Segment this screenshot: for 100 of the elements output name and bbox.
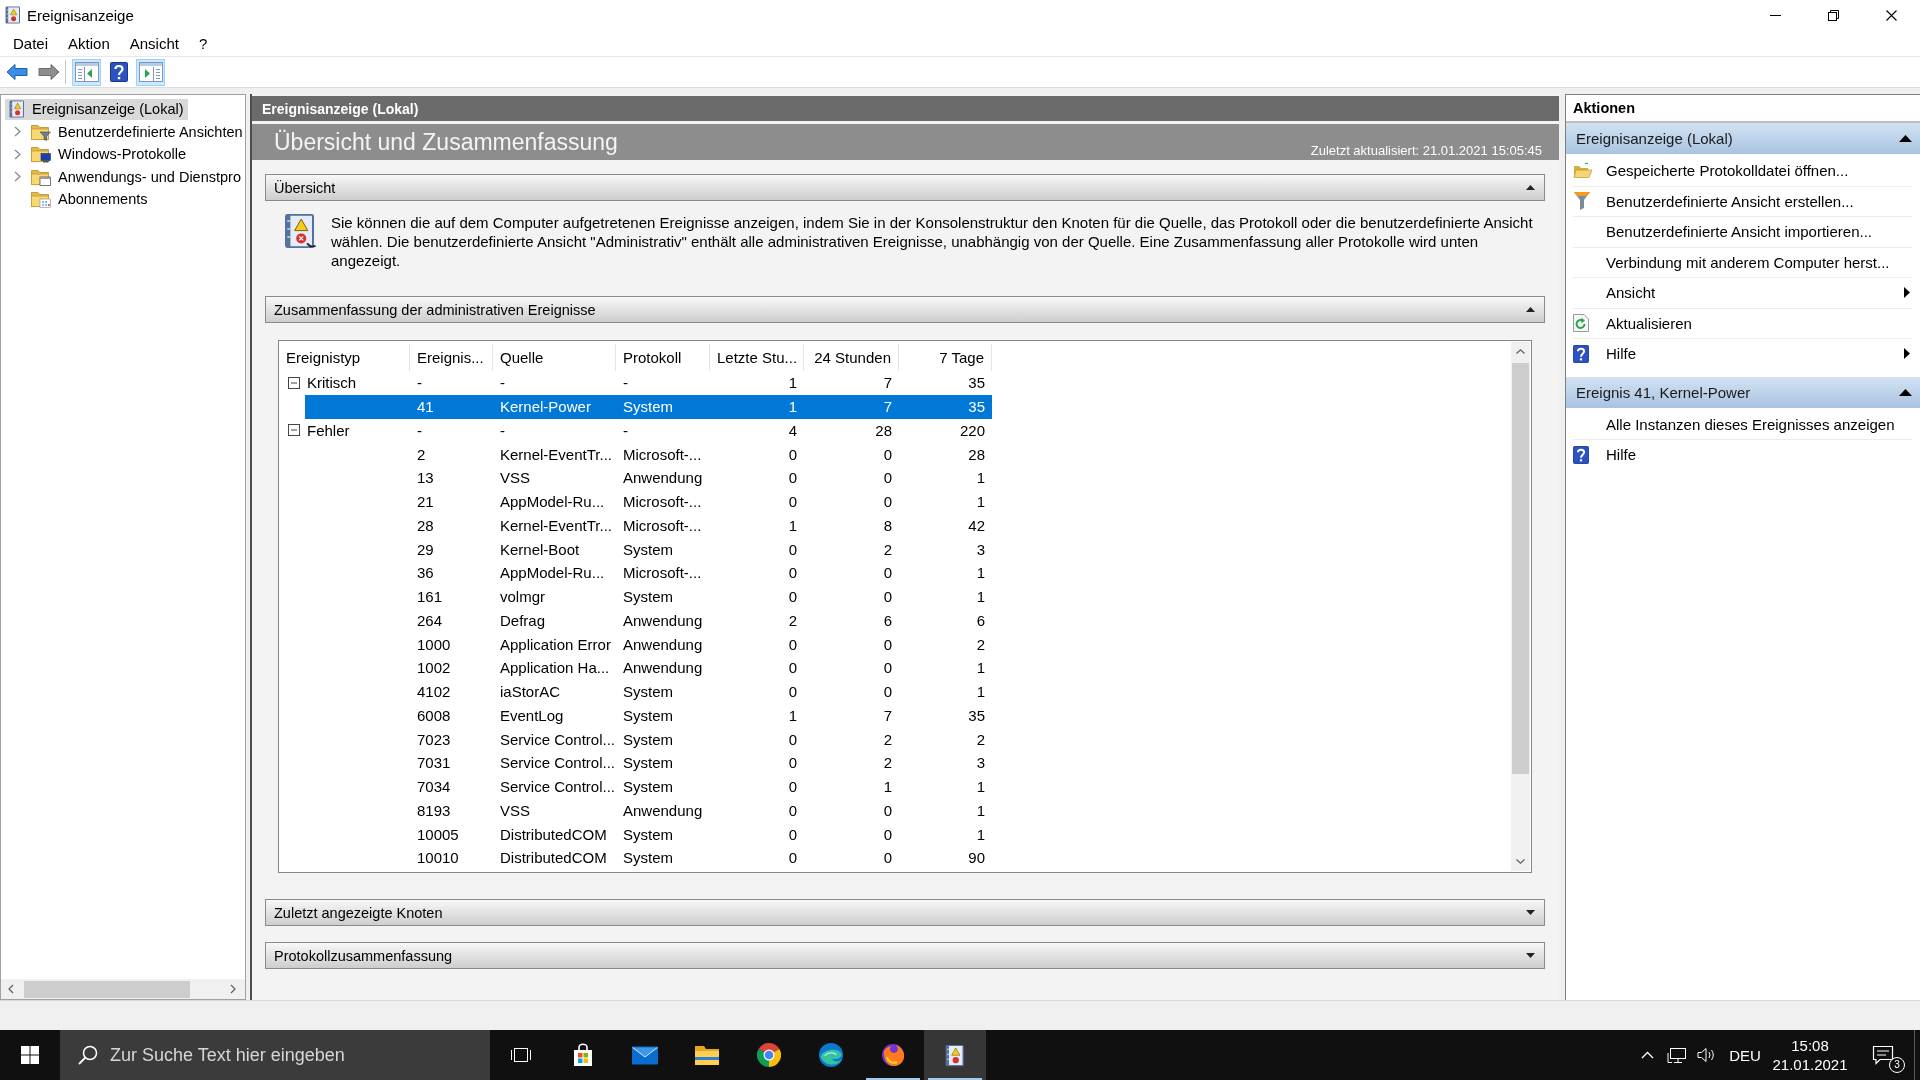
action-group-header[interactable]: Ereignis 41, Kernel-Power [1566, 376, 1920, 408]
page-title: Übersicht und Zusammenfassung [274, 128, 618, 156]
column-header[interactable]: 7 Tage [899, 344, 992, 371]
table-cell: 41 [417, 398, 434, 416]
action-item[interactable]: Benutzerdefinierte Ansicht erstellen... [1573, 186, 1912, 217]
close-icon[interactable] [1885, 9, 1897, 21]
expand-chevron-icon[interactable] [14, 126, 21, 138]
table-cell: - [500, 374, 505, 392]
section-header[interactable]: Übersicht [265, 174, 1545, 201]
table-cell: 0 [883, 825, 892, 843]
table-cell: Application Ha... [500, 659, 610, 677]
notification-count: 3 [1889, 1057, 1905, 1073]
expand-arrow-icon[interactable] [1526, 953, 1535, 958]
menu-item[interactable]: ? [190, 32, 216, 54]
scroll-thumb[interactable] [24, 980, 190, 998]
monitor-icon[interactable] [1667, 1046, 1687, 1064]
table-cell: 2 [883, 540, 892, 558]
section-header[interactable]: Protokollzusammenfassung [265, 942, 1545, 969]
window-stack-icon[interactable] [510, 1046, 532, 1064]
table-cell: VSS [500, 801, 530, 819]
taskbar-app-button[interactable] [924, 1030, 986, 1080]
table-cell: 0 [788, 635, 797, 653]
column-header[interactable]: Letzte Stu... [710, 344, 804, 371]
table-cell: AppModel-Ru... [500, 493, 605, 511]
menu-item[interactable]: Ansicht [121, 32, 187, 54]
collapse-box-icon[interactable] [288, 376, 300, 389]
section-header[interactable]: Zusammenfassung der administrativen Ereignisse [265, 296, 1545, 323]
clock[interactable]: 15:08 21.01.2021 [1768, 1030, 1852, 1080]
horizontal-scrollbar[interactable] [1, 979, 245, 999]
menu-item[interactable]: Datei [5, 32, 57, 54]
action-item[interactable]: Aktualisieren [1573, 308, 1912, 339]
column-header[interactable]: Protokoll [616, 344, 710, 371]
selected-row[interactable]: 41 Kernel-Power System 1 7 35 [305, 394, 992, 419]
collapse-arrow-icon[interactable] [1526, 185, 1535, 190]
table-cell: 0 [883, 801, 892, 819]
expand-chevron-icon[interactable] [14, 171, 21, 183]
table-cell: Application Error [500, 635, 611, 653]
scroll-down-icon[interactable] [1516, 859, 1525, 864]
tree-item[interactable]: Abonnements [27, 188, 152, 210]
action-item[interactable]: Alle Instanzen dieses Ereignisses anzeigen [1573, 409, 1912, 440]
expand-arrow-icon[interactable] [1526, 910, 1535, 915]
speech-bubble-icon[interactable] [1872, 1045, 1894, 1065]
table-cell: iaStorAC [500, 683, 561, 701]
column-header[interactable]: Ereignistyp [279, 344, 410, 371]
column-header[interactable]: Quelle [493, 344, 616, 371]
table-cell: 1 [976, 588, 985, 606]
action-item[interactable]: Ansicht [1573, 278, 1912, 309]
chevron-up-icon[interactable] [1640, 1051, 1654, 1059]
collapse-arrow-icon[interactable] [1526, 307, 1535, 312]
table-cell: 0 [883, 564, 892, 582]
table-cell: Kernel-Boot [500, 540, 580, 558]
table-cell: 0 [788, 778, 797, 796]
table-cell: 1 [976, 825, 985, 843]
scroll-right-icon[interactable] [230, 984, 236, 994]
tree-item[interactable]: Anwendungs- und Dienstpro [27, 166, 245, 188]
scroll-thumb[interactable] [1512, 363, 1529, 774]
column-header[interactable]: 24 Stunden [804, 344, 899, 371]
tree-item[interactable]: Ereignisanzeige (Lokal) [5, 98, 188, 120]
four-squares-icon[interactable] [21, 1046, 39, 1064]
action-item[interactable]: Gespeicherte Protokolldatei öffnen... [1573, 156, 1912, 187]
language-indicator[interactable]: DEU [1722, 1030, 1768, 1080]
table-cell: 0 [883, 588, 892, 606]
action-item[interactable]: Hilfe [1573, 440, 1912, 471]
expand-chevron-icon[interactable] [14, 148, 21, 160]
tree-item[interactable]: Benutzerdefinierte Ansichten [27, 121, 245, 143]
scroll-left-icon[interactable] [8, 984, 14, 994]
table-cell: System [623, 754, 673, 772]
speaker-icon[interactable] [1697, 1047, 1717, 1063]
action-item[interactable]: Benutzerdefinierte Ansicht importieren... [1573, 217, 1912, 248]
scroll-up-icon[interactable] [1516, 349, 1525, 354]
search-icon [78, 1045, 98, 1065]
table-cell: 28 [968, 445, 985, 463]
open-folder-icon [1573, 162, 1593, 180]
restore-icon[interactable] [1827, 9, 1839, 21]
action-item[interactable]: Hilfe [1573, 339, 1912, 370]
table-cell: 1 [976, 801, 985, 819]
column-header[interactable]: Ereignis... [410, 344, 493, 371]
tree-item[interactable]: Windows-Protokolle [27, 143, 191, 165]
log-book-icon [945, 1043, 965, 1067]
folder-icon [694, 1044, 720, 1066]
action-item[interactable]: Verbindung mit anderem Computer herst... [1573, 247, 1912, 278]
table-cell: 28 [875, 421, 892, 439]
help-icon [1573, 445, 1589, 464]
right-pane-icon [138, 62, 163, 82]
folder-monitor-icon [31, 145, 51, 164]
segmented-circle-icon [757, 1043, 781, 1067]
description-text: Sie können die auf dem Computer aufgetretenen Ereignisse anzeigen, indem Sie in der Konsolenstruktur den Knoten für die Quelle, das Protokoll oder die benutzerdefinierte Ansicht wählen. Die benutzerdefinierte Ansicht "Administrativ" enthält alle administrativen Ereignisse, unabhängig von der Quelle. Eine Zusammenfassung aller Protokolle wird unten angezeigt. [331, 213, 1534, 270]
collapse-arrow-icon[interactable] [1899, 388, 1912, 396]
menu-item[interactable]: Aktion [60, 32, 118, 54]
table-cell: 4102 [417, 683, 451, 701]
panel-header: Ereignisanzeige (Lokal) [252, 96, 1559, 121]
section-header[interactable]: Zuletzt angezeigte Knoten [265, 899, 1545, 926]
table-cell: 7 [883, 374, 892, 392]
minimize-icon[interactable] [1769, 14, 1781, 16]
collapse-arrow-icon[interactable] [1899, 135, 1912, 142]
log-book-icon [5, 6, 21, 24]
table-cell: 35 [968, 374, 985, 392]
collapse-box-icon[interactable] [288, 424, 300, 437]
action-group-header[interactable]: Ereignisanzeige (Lokal) [1566, 123, 1920, 154]
vertical-scrollbar[interactable] [1511, 342, 1530, 871]
